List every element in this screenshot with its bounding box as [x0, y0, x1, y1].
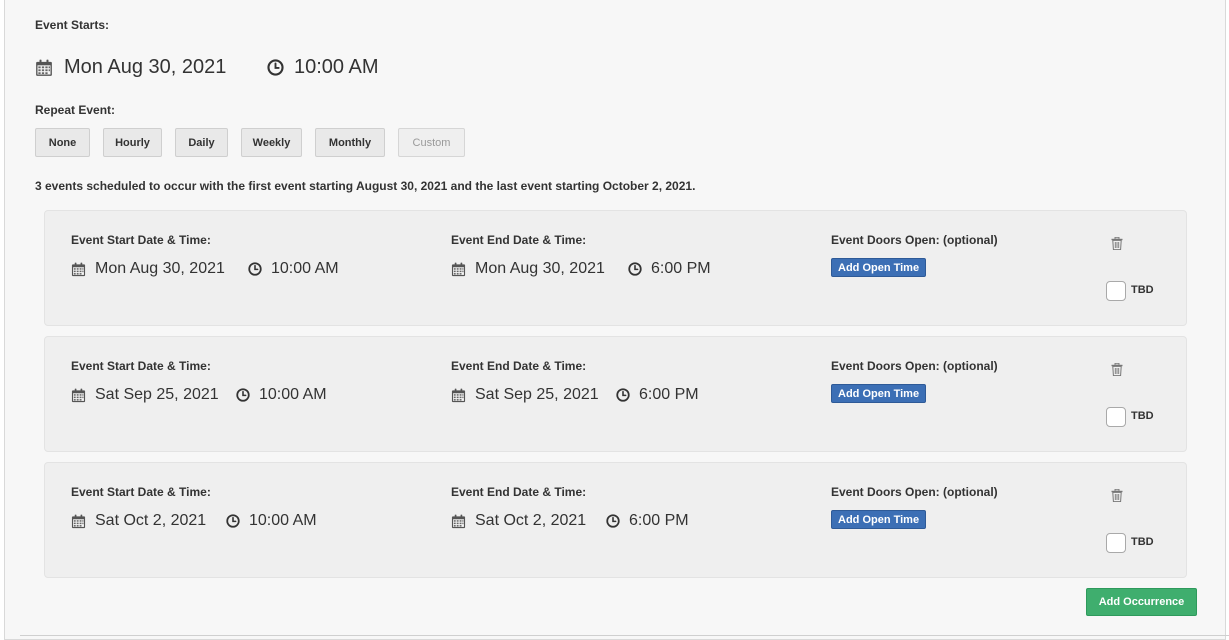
start-date-row: Mon Aug 30, 2021 [71, 260, 225, 278]
end-datetime-label: Event End Date & Time: [451, 359, 587, 373]
doors-open-label: Event Doors Open: (optional) [831, 485, 998, 499]
start-datetime-label: Event Start Date & Time: [71, 359, 211, 373]
doors-open-label: Event Doors Open: (optional) [831, 233, 998, 247]
trash-icon[interactable] [1111, 489, 1123, 502]
start-time[interactable]: 10:00 AM [259, 386, 327, 404]
repeat-none-button[interactable]: None [35, 128, 90, 157]
end-datetime-label: Event End Date & Time: [451, 485, 587, 499]
clock-icon [616, 388, 630, 402]
tbd-checkbox[interactable] [1106, 407, 1126, 427]
calendar-icon [71, 514, 86, 529]
start-datetime-label: Event Start Date & Time: [71, 233, 211, 247]
end-time-row: 6:00 PM [628, 260, 711, 278]
start-datetime-label: Event Start Date & Time: [71, 485, 211, 499]
calendar-icon [451, 514, 466, 529]
clock-icon [236, 388, 250, 402]
calendar-icon [35, 59, 53, 77]
end-date[interactable]: Sat Sep 25, 2021 [475, 386, 599, 404]
repeat-monthly-button[interactable]: Monthly [315, 128, 385, 157]
event-start-date[interactable]: Mon Aug 30, 2021 [64, 56, 226, 79]
schedule-summary: 3 events scheduled to occur with the fir… [35, 179, 696, 193]
bottom-divider [20, 635, 1229, 636]
event-starts-row: Mon Aug 30, 2021 [35, 56, 226, 79]
end-date[interactable]: Sat Oct 2, 2021 [475, 512, 586, 530]
repeat-hourly-button[interactable]: Hourly [103, 128, 162, 157]
end-date[interactable]: Mon Aug 30, 2021 [475, 260, 605, 278]
tbd-label: TBD [1131, 284, 1154, 296]
tbd-label: TBD [1131, 410, 1154, 422]
start-time-row: 10:00 AM [236, 386, 327, 404]
occurrence-card: Event Start Date & Time: Sat Sep 25, 2021… [44, 336, 1187, 452]
doors-open-label: Event Doors Open: (optional) [831, 359, 998, 373]
clock-icon [628, 262, 642, 276]
add-open-time-button[interactable]: Add Open Time [831, 258, 927, 277]
end-time[interactable]: 6:00 PM [629, 512, 689, 530]
repeat-options: None Hourly Daily Weekly Monthly Custom [35, 128, 465, 157]
add-open-time-button[interactable]: Add Open Time [831, 384, 927, 403]
end-date-row: Sat Oct 2, 2021 [451, 512, 586, 530]
event-starts-time-row: 10:00 AM [267, 56, 379, 79]
start-date[interactable]: Sat Sep 25, 2021 [95, 386, 219, 404]
clock-icon [226, 514, 240, 528]
repeat-daily-button[interactable]: Daily [175, 128, 228, 157]
add-occurrence-button[interactable]: Add Occurrence [1086, 588, 1197, 616]
calendar-icon [451, 262, 466, 277]
repeat-weekly-button[interactable]: Weekly [241, 128, 302, 157]
end-time-row: 6:00 PM [606, 512, 689, 530]
clock-icon [606, 514, 620, 528]
start-time[interactable]: 10:00 AM [271, 260, 339, 278]
repeat-custom-button: Custom [398, 128, 465, 157]
trash-icon[interactable] [1111, 237, 1123, 250]
tbd-checkbox[interactable] [1106, 281, 1126, 301]
tbd-label: TBD [1131, 536, 1154, 548]
start-time[interactable]: 10:00 AM [249, 512, 317, 530]
start-date[interactable]: Mon Aug 30, 2021 [95, 260, 225, 278]
end-datetime-label: Event End Date & Time: [451, 233, 587, 247]
occurrence-card: Event Start Date & Time: Sat Oct 2, 2021 1… [44, 462, 1187, 578]
clock-icon [248, 262, 262, 276]
calendar-icon [451, 388, 466, 403]
start-date-row: Sat Oct 2, 2021 [71, 512, 206, 530]
clock-icon [267, 59, 284, 76]
start-time-row: 10:00 AM [226, 512, 317, 530]
calendar-icon [71, 262, 86, 277]
end-time[interactable]: 6:00 PM [651, 260, 711, 278]
end-time-row: 6:00 PM [616, 386, 699, 404]
event-start-time[interactable]: 10:00 AM [294, 56, 379, 79]
end-time[interactable]: 6:00 PM [639, 386, 699, 404]
repeat-event-label: Repeat Event: [35, 103, 116, 117]
calendar-icon [71, 388, 86, 403]
start-date[interactable]: Sat Oct 2, 2021 [95, 512, 206, 530]
start-time-row: 10:00 AM [248, 260, 339, 278]
event-starts-label: Event Starts: [35, 18, 110, 32]
trash-icon[interactable] [1111, 363, 1123, 376]
end-date-row: Mon Aug 30, 2021 [451, 260, 605, 278]
tbd-checkbox[interactable] [1106, 533, 1126, 553]
end-date-row: Sat Sep 25, 2021 [451, 386, 599, 404]
start-date-row: Sat Sep 25, 2021 [71, 386, 219, 404]
add-open-time-button[interactable]: Add Open Time [831, 510, 927, 529]
occurrence-card: Event Start Date & Time: Mon Aug 30, 2021… [44, 210, 1187, 326]
